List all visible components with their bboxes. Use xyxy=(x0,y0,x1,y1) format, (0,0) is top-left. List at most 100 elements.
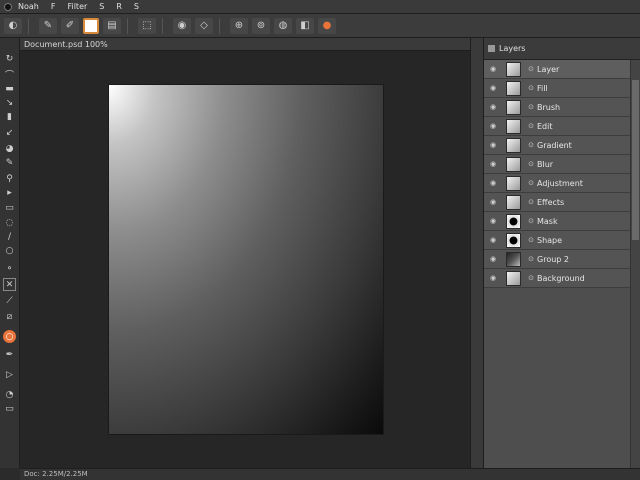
layer-link-icon[interactable]: ⊙ xyxy=(525,274,537,282)
layer-name: Fill xyxy=(537,83,548,93)
layer-thumbnail xyxy=(506,61,521,77)
layer-thumbnail xyxy=(506,156,521,172)
shape-tool-icon[interactable]: ⧄ xyxy=(3,310,16,323)
menu-item-1[interactable]: F xyxy=(51,2,56,11)
pen-tool-icon[interactable]: ⚬ xyxy=(3,262,16,275)
panel-gutter xyxy=(470,38,484,468)
layer-link-icon[interactable]: ⊙ xyxy=(525,65,537,73)
angle-icon[interactable]: ◍ xyxy=(274,17,292,34)
path-select-tool-icon[interactable]: ⟋ xyxy=(3,294,16,307)
visibility-eye-icon[interactable]: ◉ xyxy=(484,160,502,168)
color-wheel-icon[interactable]: ● xyxy=(318,17,336,34)
mode-icon[interactable]: ▤ xyxy=(103,17,121,34)
screen-mode-icon[interactable]: ▭ xyxy=(3,402,16,415)
layer-link-icon[interactable]: ⊙ xyxy=(525,255,537,263)
canvas-area[interactable] xyxy=(20,51,470,468)
visibility-eye-icon[interactable]: ◉ xyxy=(484,217,502,225)
layer-thumbnail xyxy=(506,213,521,229)
visibility-eye-icon[interactable]: ◉ xyxy=(484,141,502,149)
panel-menu-icon[interactable] xyxy=(488,45,495,52)
visibility-eye-icon[interactable]: ◉ xyxy=(484,179,502,187)
symmetry-icon[interactable]: ◧ xyxy=(296,17,314,34)
visibility-eye-icon[interactable]: ◉ xyxy=(484,84,502,92)
menu-item-3[interactable]: S xyxy=(99,2,104,11)
layer-row[interactable]: ◉ ⊙ Adjustment xyxy=(484,174,630,193)
layer-link-icon[interactable]: ⊙ xyxy=(525,179,537,187)
eyedropper-tool-icon[interactable]: ↙ xyxy=(3,126,16,139)
visibility-eye-icon[interactable]: ◉ xyxy=(484,122,502,130)
flow-icon[interactable]: ◉ xyxy=(173,17,191,34)
brush-options-icon[interactable]: ✐ xyxy=(61,17,79,34)
foreground-swatch[interactable] xyxy=(83,17,99,34)
layer-link-icon[interactable]: ⊙ xyxy=(525,160,537,168)
blur-tool-icon[interactable]: ∕ xyxy=(3,230,16,243)
opacity-icon[interactable]: ⬚ xyxy=(138,17,156,34)
visibility-eye-icon[interactable]: ◉ xyxy=(484,255,502,263)
layer-row[interactable]: ◉ ⊙ Mask xyxy=(484,212,630,231)
menu-item-2[interactable]: Filter xyxy=(67,2,87,11)
type-tool-icon[interactable]: ✕ xyxy=(3,278,16,291)
healing-tool-icon[interactable]: ◕ xyxy=(3,142,16,155)
crop-tool-icon[interactable]: ▮ xyxy=(3,110,16,123)
gradient-tool-icon[interactable]: ◌ xyxy=(3,216,16,229)
layer-row[interactable]: ◉ ⊙ Layer xyxy=(484,60,630,79)
quick-select-tool-icon[interactable]: ↘ xyxy=(3,96,16,109)
app-logo-icon[interactable] xyxy=(4,2,12,11)
clone-tool-icon[interactable]: ⚲ xyxy=(3,172,16,185)
layer-link-icon[interactable]: ⊙ xyxy=(525,84,537,92)
hand-tool-icon[interactable]: ○ xyxy=(3,330,16,343)
layers-panel-header[interactable]: Layers xyxy=(484,38,640,60)
menu-item-5[interactable]: S xyxy=(134,2,139,11)
move-tool-icon[interactable]: ↻ xyxy=(3,52,16,65)
pressure-icon[interactable]: ⊕ xyxy=(230,17,248,34)
layer-thumbnail xyxy=(506,194,521,210)
lasso-tool-icon[interactable]: ▬ xyxy=(3,82,16,95)
status-bar: Doc: 2.25M/2.25M xyxy=(20,468,640,480)
layer-thumbnail xyxy=(506,175,521,191)
rotate-view-icon[interactable]: ▷ xyxy=(3,368,16,381)
layer-link-icon[interactable]: ⊙ xyxy=(525,217,537,225)
layer-row[interactable]: ◉ ⊙ Effects xyxy=(484,193,630,212)
layer-name: Brush xyxy=(537,102,561,112)
history-brush-icon[interactable]: ▸ xyxy=(3,186,16,199)
menu-item-0[interactable]: Noah xyxy=(18,2,39,11)
dodge-tool-icon[interactable]: ○ xyxy=(3,244,16,257)
brush-preset-icon[interactable]: ✎ xyxy=(39,17,57,34)
layer-thumbnail xyxy=(506,80,521,96)
options-bar: ◐ ✎ ✐ ▤ ⬚ ◉ ◇ ⊕ ⊚ ◍ ◧ ● xyxy=(0,14,640,38)
layer-name: Group 2 xyxy=(537,254,569,264)
layer-name: Gradient xyxy=(537,140,572,150)
marquee-tool-icon[interactable]: ⌒ xyxy=(3,68,16,81)
layer-link-icon[interactable]: ⊙ xyxy=(525,141,537,149)
airbrush-icon[interactable]: ◇ xyxy=(195,17,213,34)
layer-row[interactable]: ◉ ⊙ Gradient xyxy=(484,136,630,155)
layer-link-icon[interactable]: ⊙ xyxy=(525,236,537,244)
layer-row[interactable]: ◉ ⊙ Background xyxy=(484,269,630,288)
zoom-tool-icon[interactable]: ✒ xyxy=(3,348,16,361)
brush-tool-icon[interactable]: ✎ xyxy=(3,156,16,169)
smoothing-icon[interactable]: ⊚ xyxy=(252,17,270,34)
visibility-eye-icon[interactable]: ◉ xyxy=(484,65,502,73)
layer-row[interactable]: ◉ ⊙ Blur xyxy=(484,155,630,174)
layer-row[interactable]: ◉ ⊙ Group 2 xyxy=(484,250,630,269)
menu-item-4[interactable]: R xyxy=(116,2,122,11)
layers-scrollbar[interactable] xyxy=(630,60,640,468)
tool-preset-icon[interactable]: ◐ xyxy=(4,17,22,34)
eraser-tool-icon[interactable]: ▭ xyxy=(3,201,16,214)
layer-row[interactable]: ◉ ⊙ Shape xyxy=(484,231,630,250)
layer-link-icon[interactable]: ⊙ xyxy=(525,198,537,206)
visibility-eye-icon[interactable]: ◉ xyxy=(484,274,502,282)
quick-mask-icon[interactable]: ◔ xyxy=(3,388,16,401)
visibility-eye-icon[interactable]: ◉ xyxy=(484,236,502,244)
layer-name: Edit xyxy=(537,121,553,131)
layer-row[interactable]: ◉ ⊙ Edit xyxy=(484,117,630,136)
visibility-eye-icon[interactable]: ◉ xyxy=(484,103,502,111)
layer-row[interactable]: ◉ ⊙ Brush xyxy=(484,98,630,117)
document-tab[interactable]: Document.psd 100% xyxy=(20,38,470,51)
layer-link-icon[interactable]: ⊙ xyxy=(525,103,537,111)
layer-row[interactable]: ◉ ⊙ Fill xyxy=(484,79,630,98)
document-canvas[interactable] xyxy=(109,85,383,434)
visibility-eye-icon[interactable]: ◉ xyxy=(484,198,502,206)
layer-link-icon[interactable]: ⊙ xyxy=(525,122,537,130)
scrollbar-thumb[interactable] xyxy=(632,80,639,240)
